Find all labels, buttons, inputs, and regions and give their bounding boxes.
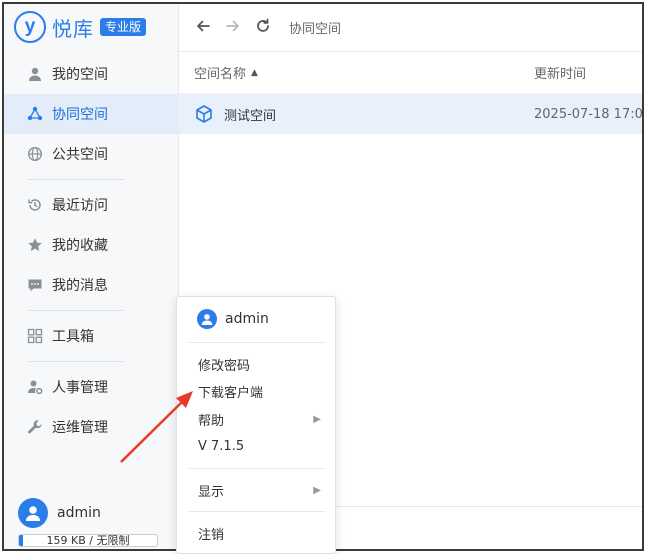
- arrow-left-icon: [195, 18, 211, 38]
- menu-item-label: 帮助: [198, 413, 225, 429]
- space-name: 测试空间: [224, 108, 277, 124]
- user-icon: [26, 65, 44, 83]
- storage-quota-text: 159 KB / 无限制: [46, 534, 130, 547]
- divider: [4, 356, 179, 367]
- sidebar-item-public-space[interactable]: 公共空间: [4, 134, 179, 174]
- sort-ascending-icon: ▲: [251, 67, 258, 78]
- avatar: [197, 309, 217, 329]
- version-label: V 7.1.5: [198, 438, 245, 454]
- popup-user-name: admin: [225, 311, 269, 327]
- history-icon: [26, 196, 44, 214]
- menu-item-help[interactable]: 帮助 ▶: [198, 407, 325, 431]
- logo-text: 悦库: [52, 16, 94, 41]
- refresh-button[interactable]: [251, 16, 275, 40]
- sidebar-item-label: 运维管理: [52, 420, 108, 436]
- divider: [189, 468, 325, 469]
- column-header-name[interactable]: 空间名称 ▲: [194, 63, 258, 82]
- forward-button[interactable]: [221, 16, 245, 40]
- avatar: [18, 498, 48, 528]
- sidebar-item-label: 我的空间: [52, 67, 108, 83]
- popup-user: admin: [197, 309, 269, 329]
- grid-icon: [26, 327, 44, 345]
- menu-item-download-client[interactable]: 下载客户端: [198, 379, 325, 403]
- menu-item-change-password[interactable]: 修改密码: [198, 352, 325, 376]
- column-header-label: 空间名称: [194, 67, 247, 82]
- space-name-cell: 测试空间: [194, 104, 276, 124]
- table-header: 空间名称 ▲ 更新时间: [179, 52, 642, 94]
- user-profile-button[interactable]: admin: [18, 498, 101, 528]
- sidebar: y 悦库 专业版 我的空间 协同空间 公共空间 最近访问 我的收藏 我的消息 工…: [4, 4, 179, 549]
- back-button[interactable]: [191, 16, 215, 40]
- sidebar-item-label: 人事管理: [52, 380, 108, 396]
- globe-icon: [26, 145, 44, 163]
- user-name: admin: [57, 505, 101, 521]
- logo: y 悦库 专业版: [14, 10, 147, 44]
- column-header-time[interactable]: 更新时间: [534, 63, 586, 82]
- sidebar-item-label: 工具箱: [52, 329, 94, 345]
- sidebar-item-label: 协同空间: [52, 107, 108, 123]
- sidebar-nav: 我的空间 协同空间 公共空间 最近访问 我的收藏 我的消息 工具箱 人事管理 运…: [4, 54, 179, 447]
- wrench-icon: [26, 418, 44, 436]
- menu-item-label: 显示: [198, 484, 225, 500]
- chevron-right-icon: ▶: [313, 484, 321, 496]
- divider: [4, 174, 179, 185]
- toolbar: 协同空间: [179, 4, 642, 52]
- breadcrumb[interactable]: 协同空间: [289, 18, 341, 37]
- share-icon: [26, 105, 44, 123]
- sidebar-item-label: 最近访问: [52, 198, 108, 214]
- refresh-icon: [255, 18, 271, 38]
- menu-item-display[interactable]: 显示 ▶: [198, 478, 325, 502]
- star-icon: [26, 236, 44, 254]
- updated-time: 2025-07-18 17:02: [534, 106, 644, 122]
- user-settings-icon: [26, 378, 44, 396]
- logo-mark: y: [14, 11, 46, 43]
- sidebar-item-ops[interactable]: 运维管理: [4, 407, 179, 447]
- table-row[interactable]: 测试空间 2025-07-18 17:02: [179, 94, 642, 134]
- sidebar-item-my-space[interactable]: 我的空间: [4, 54, 179, 94]
- sidebar-item-label: 公共空间: [52, 147, 108, 163]
- storage-quota-bar: 159 KB / 无限制: [18, 534, 158, 547]
- cube-icon: [194, 104, 214, 124]
- sidebar-item-hr[interactable]: 人事管理: [4, 367, 179, 407]
- sidebar-item-recent[interactable]: 最近访问: [4, 185, 179, 225]
- user-menu-popup: admin 修改密码 下载客户端 帮助 ▶ V 7.1.5 显示 ▶ 注销: [176, 296, 336, 554]
- sidebar-item-messages[interactable]: 我的消息: [4, 265, 179, 305]
- sidebar-item-collab-space[interactable]: 协同空间: [4, 94, 179, 134]
- message-icon: [26, 276, 44, 294]
- sidebar-item-label: 我的消息: [52, 278, 108, 294]
- sidebar-item-label: 我的收藏: [52, 238, 108, 254]
- arrow-right-icon: [225, 18, 241, 38]
- chevron-right-icon: ▶: [313, 413, 321, 425]
- sidebar-item-favorites[interactable]: 我的收藏: [4, 225, 179, 265]
- divider: [189, 511, 325, 512]
- divider: [4, 305, 179, 316]
- edition-badge: 专业版: [100, 18, 147, 36]
- sidebar-item-toolbox[interactable]: 工具箱: [4, 316, 179, 356]
- divider: [189, 342, 325, 343]
- menu-item-logout[interactable]: 注销: [198, 521, 325, 545]
